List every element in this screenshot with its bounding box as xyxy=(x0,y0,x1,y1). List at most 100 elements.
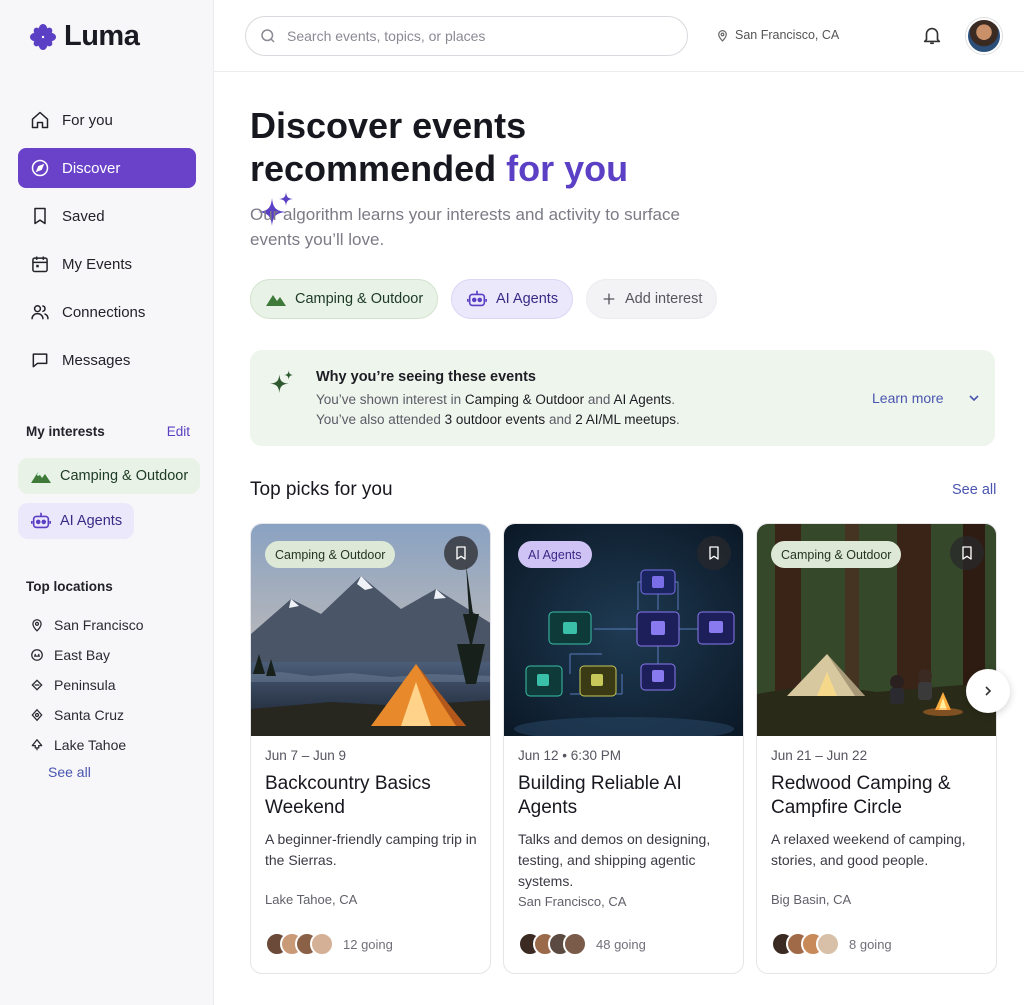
main-nav: For you Discover Saved My Events Connect… xyxy=(18,100,196,388)
why-line-2: You’ve also attended 3 outdoor events an… xyxy=(316,412,680,427)
notifications-button[interactable] xyxy=(921,24,943,51)
user-avatar[interactable] xyxy=(966,18,1002,54)
nav-item-my-events[interactable]: My Events xyxy=(18,244,196,284)
event-date: Jun 12 • 6:30 PM xyxy=(518,748,622,763)
sidebar-interest-ai-agents[interactable]: AI Agents xyxy=(18,503,135,539)
location-selector[interactable]: San Francisco, CA xyxy=(716,28,839,42)
mountain-icon xyxy=(266,295,286,306)
going-count: 48 going xyxy=(596,936,646,952)
location-item[interactable]: Lake Tahoe xyxy=(30,730,143,760)
title-accent: for you xyxy=(506,148,629,189)
sidebar: Luma For you Discover Saved My Events Co… xyxy=(0,0,214,1005)
event-card[interactable]: AI Agents Jun 12 • 6:30 PM Building Reli… xyxy=(503,523,744,974)
avatar xyxy=(310,932,334,956)
nav-item-for-you[interactable]: For you xyxy=(18,100,196,140)
bookmark-button[interactable] xyxy=(697,536,731,570)
bookmark-button[interactable] xyxy=(444,536,478,570)
text: . xyxy=(671,392,675,407)
robot-icon xyxy=(467,290,487,307)
going-count: 8 going xyxy=(849,936,892,952)
locations-title: Top locations xyxy=(26,579,113,594)
luma-star-icon xyxy=(30,23,56,50)
nav-item-label: Connections xyxy=(62,303,146,321)
attendee-avatars xyxy=(518,932,587,956)
search-input[interactable] xyxy=(287,28,667,44)
location-item[interactable]: East Bay xyxy=(30,640,143,670)
chip-label: AI Agents xyxy=(496,291,559,307)
search-bar[interactable] xyxy=(245,16,688,56)
location-label: Peninsula xyxy=(54,677,116,693)
bookmark-icon xyxy=(456,546,466,560)
nav-item-discover[interactable]: Discover xyxy=(18,148,196,188)
calendar-icon xyxy=(32,256,48,273)
location-label: Santa Cruz xyxy=(54,707,125,723)
location-item[interactable]: Peninsula xyxy=(30,670,143,700)
attendee-avatars xyxy=(771,932,840,956)
card-body: Jun 7 – Jun 9 Backcountry Basics Weekend… xyxy=(265,748,480,871)
event-location: Big Basin, CA xyxy=(771,892,852,907)
nav-item-connections[interactable]: Connections xyxy=(18,292,196,332)
nav-item-saved[interactable]: Saved xyxy=(18,196,196,236)
location-item[interactable]: Santa Cruz xyxy=(30,700,143,730)
nav-item-label: Discover xyxy=(62,159,121,177)
brand-name: Luma xyxy=(64,20,140,52)
highlight: Camping & Outdoor xyxy=(464,392,585,407)
robot-icon xyxy=(31,512,51,529)
nav-item-messages[interactable]: Messages xyxy=(18,340,196,380)
locations-header: Top locations xyxy=(26,579,190,594)
category-tag: Camping & Outdoor xyxy=(265,541,396,568)
category-tag: Camping & Outdoor xyxy=(771,541,902,568)
avatar xyxy=(816,932,840,956)
mountain-icon xyxy=(31,472,51,483)
learn-more-label: Learn more xyxy=(872,390,944,406)
pin-icon xyxy=(718,29,727,42)
sparkle-icon xyxy=(270,370,294,393)
edit-interests-link[interactable]: Edit xyxy=(167,424,190,439)
event-title: Redwood Camping & Campfire Circle xyxy=(771,773,951,818)
chevron-down-icon xyxy=(969,395,979,402)
event-card[interactable]: Camping & Outdoor Jun 7 – Jun 9 Backcoun… xyxy=(250,523,491,974)
event-card[interactable]: Camping & Outdoor Jun 21 – Jun 22 Redwoo… xyxy=(756,523,997,974)
add-interest-button[interactable]: Add interest xyxy=(586,279,718,319)
why-panel: Why you’re seeing these events You’ve sh… xyxy=(250,350,995,446)
interests-title: My interests xyxy=(26,424,105,439)
interest-chip-camping[interactable]: Camping & Outdoor xyxy=(250,279,439,319)
nav-item-label: My Events xyxy=(62,255,133,273)
plus-icon xyxy=(603,293,615,305)
home-icon xyxy=(31,111,49,129)
picks-see-all-link[interactable]: See all xyxy=(952,482,996,498)
people-icon xyxy=(31,305,49,320)
interest-chip-ai-agents[interactable]: AI Agents xyxy=(451,279,574,319)
chip-label: AI Agents xyxy=(60,513,123,529)
bridge-icon xyxy=(31,649,43,661)
nav-item-label: For you xyxy=(62,111,113,129)
message-icon xyxy=(32,353,48,368)
sidebar-interest-camping[interactable]: Camping & Outdoor xyxy=(18,458,201,494)
event-description: Talks and demos on designing, testing, a… xyxy=(518,831,711,889)
text: . xyxy=(676,412,680,427)
event-date: Jun 7 – Jun 9 xyxy=(265,748,347,763)
event-title: Backcountry Basics Weekend xyxy=(265,773,431,818)
location-label: San Francisco xyxy=(54,617,144,633)
location-label: San Francisco, CA xyxy=(735,28,840,42)
location-label: Lake Tahoe xyxy=(54,737,127,753)
attendees: 48 going xyxy=(518,932,646,956)
why-line-1: You’ve shown interest in Camping & Outdo… xyxy=(316,392,675,407)
event-location: San Francisco, CA xyxy=(518,894,627,909)
carousel-next-button[interactable] xyxy=(966,669,1010,713)
compass-icon xyxy=(31,159,49,177)
title-line-2: recommended xyxy=(250,148,497,189)
locations-see-all-link[interactable]: See all xyxy=(48,764,91,780)
bookmark-button[interactable] xyxy=(950,536,984,570)
highlight: 2 AI/ML meetups xyxy=(575,412,677,427)
logo[interactable]: Luma xyxy=(30,20,140,53)
attendees: 8 going xyxy=(771,932,892,956)
why-title: Why you’re seeing these events xyxy=(316,369,536,385)
learn-more-button[interactable]: Learn more xyxy=(872,390,982,406)
nav-item-label: Messages xyxy=(62,351,131,369)
event-image: AI Agents xyxy=(504,524,743,736)
bell-icon xyxy=(923,27,941,45)
location-item[interactable]: San Francisco xyxy=(30,610,143,640)
chip-label: Add interest xyxy=(625,291,703,307)
bookmark-icon xyxy=(962,546,972,560)
